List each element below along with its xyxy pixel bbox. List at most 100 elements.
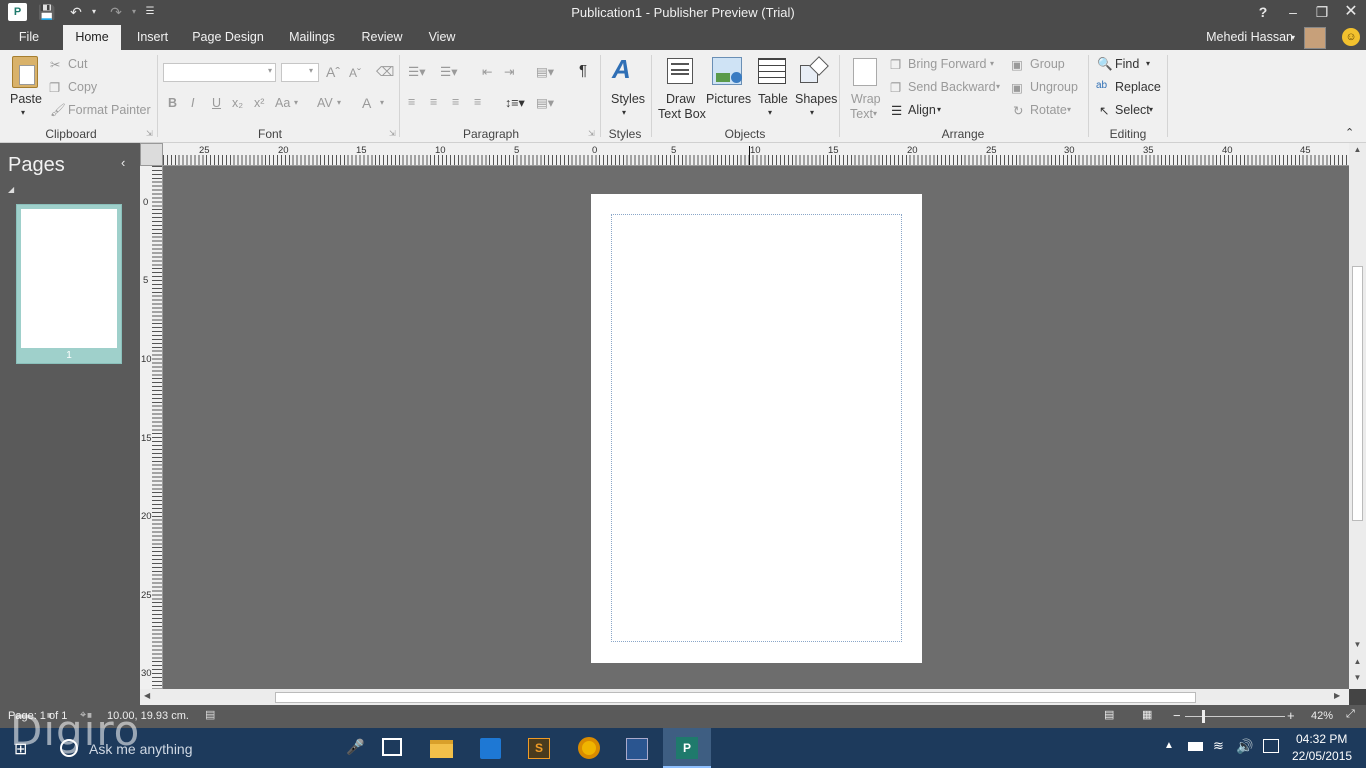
shapes-button[interactable]: Shapes — [795, 92, 837, 106]
font-name-box[interactable] — [163, 63, 276, 82]
tab-file[interactable]: File — [9, 25, 49, 50]
clear-formatting-icon[interactable]: ⌫ — [376, 64, 394, 80]
paragraph-launcher-icon[interactable]: ⇲ — [588, 129, 595, 138]
tab-home[interactable]: Home — [63, 25, 121, 50]
table-dropdown-icon[interactable]: ▾ — [768, 108, 772, 117]
columns-icon[interactable]: ▤▾ — [536, 64, 554, 79]
replace-icon[interactable]: ab — [1096, 80, 1107, 91]
user-dropdown-icon[interactable]: ▾ — [1288, 25, 1298, 50]
draw-text-box-icon[interactable] — [667, 58, 693, 84]
shapes-dropdown-icon[interactable]: ▾ — [810, 108, 814, 117]
font-size-dropdown-icon[interactable]: ▾ — [309, 66, 313, 75]
horizontal-ruler[interactable]: 25 20 15 10 5 0 5 10 15 20 25 30 35 40 4… — [163, 143, 1349, 166]
image-editor-icon[interactable] — [626, 738, 648, 760]
rotate-button[interactable]: Rotate — [1030, 103, 1067, 117]
shapes-icon[interactable] — [800, 56, 829, 85]
bold-button[interactable]: B — [168, 96, 177, 110]
send-backward-button[interactable]: Send Backward — [908, 80, 996, 94]
cut-icon[interactable]: ✂ — [50, 57, 60, 72]
paste-icon[interactable] — [12, 56, 38, 88]
fit-page-icon[interactable]: ⤢ — [1346, 708, 1355, 721]
bring-forward-icon[interactable]: ❐ — [890, 57, 901, 72]
restore-icon[interactable]: ❐ — [1312, 2, 1332, 22]
zoom-slider[interactable] — [1185, 710, 1285, 723]
two-page-view-icon[interactable]: ▦ — [1142, 708, 1152, 721]
pictures-icon[interactable] — [712, 57, 742, 85]
bullets-icon[interactable]: ☰▾ — [408, 64, 425, 79]
help-button[interactable]: ? — [1253, 2, 1273, 22]
bring-forward-button[interactable]: Bring Forward — [908, 57, 987, 71]
close-icon[interactable]: ✕ — [1341, 2, 1361, 22]
font-name-dropdown-icon[interactable]: ▾ — [268, 66, 272, 75]
character-spacing-button[interactable]: AV — [317, 96, 333, 110]
styles-dropdown-icon[interactable]: ▾ — [622, 108, 626, 117]
pictures-button[interactable]: Pictures — [706, 92, 751, 106]
shrink-font-icon[interactable]: Aˇ — [349, 66, 361, 80]
show-hidden-icons[interactable]: ▲ — [1164, 740, 1174, 751]
bring-forward-dropdown-icon[interactable]: ▾ — [990, 59, 994, 68]
rotate-icon[interactable]: ↻ — [1013, 103, 1023, 118]
group-icon[interactable]: ▣ — [1011, 57, 1023, 72]
scroll-left-icon[interactable]: ◀ — [144, 691, 150, 700]
justify-icon[interactable]: ≡ — [474, 95, 481, 109]
minimize-icon[interactable]: – — [1283, 2, 1303, 22]
group-button[interactable]: Group — [1030, 57, 1065, 71]
cut-button[interactable]: Cut — [68, 57, 87, 71]
clipboard-launcher-icon[interactable]: ⇲ — [146, 129, 153, 138]
sublime-text-icon[interactable]: S — [528, 738, 550, 759]
file-explorer-icon[interactable] — [430, 740, 453, 758]
copy-button[interactable]: Copy — [68, 80, 97, 94]
scroll-right-icon[interactable]: ▶ — [1334, 691, 1340, 700]
subscript-button[interactable]: x₂ — [232, 96, 243, 110]
draw-text-box-label-1[interactable]: Draw — [666, 92, 695, 106]
wifi-icon[interactable]: ≋ — [1213, 738, 1224, 754]
publisher-taskbar-button[interactable]: P — [663, 728, 711, 768]
format-painter-button[interactable]: Format Painter — [68, 103, 151, 117]
align-left-icon[interactable]: ≡ — [408, 95, 415, 109]
table-button[interactable]: Table — [758, 92, 788, 106]
zoom-level[interactable]: 42% — [1311, 710, 1333, 722]
styles-icon[interactable]: A — [612, 54, 631, 85]
clock-date[interactable]: 22/05/2015 — [1292, 749, 1352, 763]
tab-review[interactable]: Review — [357, 25, 407, 50]
single-page-view-icon[interactable]: ▤ — [1104, 708, 1114, 721]
page-thumbnail[interactable]: 1 — [16, 204, 122, 364]
decrease-indent-icon[interactable]: ⇤ — [482, 64, 492, 79]
next-page-icon[interactable]: ▼ — [1349, 673, 1366, 682]
wrap-text-dropdown-icon[interactable]: ▾ — [873, 109, 877, 118]
font-color-dropdown-icon[interactable]: ▾ — [380, 98, 384, 107]
draw-text-box-label-2[interactable]: Text Box — [658, 107, 706, 121]
find-dropdown-icon[interactable]: ▾ — [1146, 59, 1150, 68]
superscript-button[interactable]: x² — [254, 96, 264, 110]
chrome-canary-icon[interactable] — [578, 737, 600, 759]
line-spacing-icon[interactable]: ↕≡▾ — [505, 95, 525, 110]
font-color-button[interactable]: A — [362, 95, 371, 111]
zoom-slider-thumb[interactable] — [1202, 710, 1205, 723]
tab-view[interactable]: View — [424, 25, 460, 50]
align-center-icon[interactable]: ≡ — [430, 95, 437, 109]
user-name[interactable]: Mehedi Hassan — [1197, 25, 1293, 50]
find-button[interactable]: Find — [1115, 57, 1139, 71]
paste-dropdown-icon[interactable]: ▾ — [21, 108, 25, 117]
collapse-pages-icon[interactable]: ‹ — [121, 155, 125, 170]
avatar[interactable] — [1304, 27, 1326, 49]
find-icon[interactable]: 🔍 — [1097, 57, 1113, 72]
vertical-scroll-thumb[interactable] — [1352, 266, 1363, 521]
horizontal-scrollbar[interactable]: ◀ ▶ — [140, 689, 1349, 705]
format-painter-icon[interactable]: 🖌 — [50, 103, 66, 118]
tab-page-design[interactable]: Page Design — [188, 25, 268, 50]
align-button[interactable]: Align — [908, 103, 936, 117]
font-size-box[interactable] — [281, 63, 319, 82]
task-view-icon[interactable] — [382, 738, 402, 756]
store-icon[interactable] — [480, 738, 501, 759]
rotate-dropdown-icon[interactable]: ▾ — [1067, 105, 1071, 114]
numbering-icon[interactable]: ☰▾ — [440, 64, 457, 79]
styles-button[interactable]: Styles — [611, 92, 645, 106]
select-dropdown-icon[interactable]: ▾ — [1149, 105, 1153, 114]
clock-time[interactable]: 04:32 PM — [1296, 732, 1347, 746]
vertical-ruler[interactable]: 0 5 10 15 20 25 30 — [140, 166, 163, 689]
paragraph-spacing-icon[interactable]: ▤▾ — [536, 95, 554, 110]
send-backward-icon[interactable]: ❐ — [890, 80, 901, 95]
zoom-in-icon[interactable]: + — [1287, 708, 1295, 723]
previous-page-icon[interactable]: ▲ — [1349, 657, 1366, 666]
